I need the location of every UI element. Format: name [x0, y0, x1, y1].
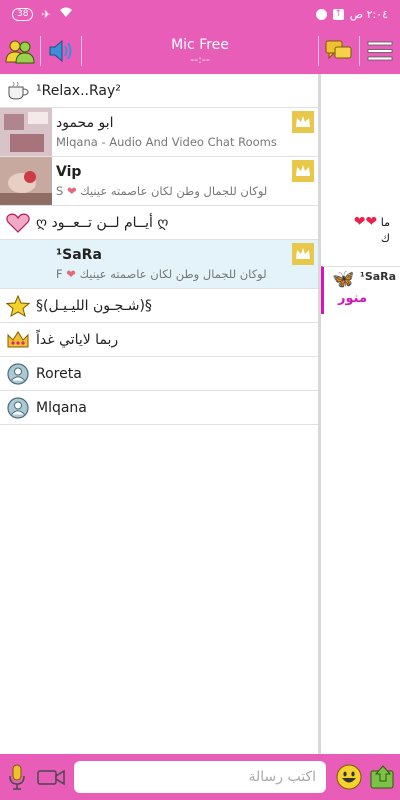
- composer-bar: اكتب رسالة: [0, 754, 400, 800]
- speaker-icon: [49, 39, 72, 63]
- page-title: Mic Free: [171, 37, 229, 53]
- battery-indicator: 38: [12, 7, 34, 21]
- message-input-placeholder: اكتب رسالة: [248, 769, 316, 785]
- member-badge: S: [56, 184, 64, 198]
- room-name: ¹Relax..Ray²: [36, 82, 121, 99]
- room-item[interactable]: ღ أيــام لــن تــعــود ღ: [0, 206, 318, 240]
- message-text: منور: [338, 291, 367, 306]
- room-item[interactable]: Vip S ❤ لوكان للجمال وطن لكان عاصمته عين…: [0, 157, 318, 206]
- room-item-selected[interactable]: ¹SaRa F ❤ لوكان للجمال وطن لكان عاصمته ع…: [0, 240, 318, 289]
- room-item[interactable]: Mlqana: [0, 391, 318, 425]
- crown-badge-icon: [292, 111, 314, 133]
- wifi-icon: [59, 7, 73, 21]
- room-item[interactable]: ابو محمود Mlqana - Audio And Video Chat …: [0, 108, 318, 157]
- heart-icon: ❤: [66, 267, 76, 281]
- menu-button[interactable]: [360, 28, 400, 74]
- room-item[interactable]: §(شـجـون الليـيـل)§: [0, 289, 318, 323]
- page-subtitle: --:--: [190, 53, 210, 66]
- messages-button[interactable]: [319, 28, 359, 74]
- star-icon: [6, 294, 30, 318]
- room-subtitle: Mlqana - Audio And Video Chat Rooms: [56, 135, 277, 149]
- crown-badge-icon: [292, 243, 314, 265]
- room-subtitle: F ❤ لوكان للجمال وطن لكان عاصمته عينيك: [56, 267, 267, 281]
- crown-badge-icon: [292, 160, 314, 182]
- room-thumbnail: [0, 108, 52, 156]
- member-badge: F: [56, 267, 63, 281]
- video-camera-icon: [37, 769, 65, 786]
- emoji-icon: [336, 764, 362, 790]
- room-item[interactable]: Roreta: [0, 357, 318, 391]
- send-button[interactable]: [366, 754, 400, 800]
- room-name: ابو محمود: [56, 115, 114, 131]
- room-list: ¹Relax..Ray² ابو محمود Mlqana - Audio An…: [0, 74, 318, 754]
- user-icon: [6, 396, 30, 420]
- chat-panel: ❤❤ ما ك 🦋 ¹SaRa منور: [321, 74, 400, 754]
- room-item[interactable]: ربما لاياتي غداً: [0, 323, 318, 357]
- notification-icon: [315, 8, 327, 20]
- butterfly-icon: 🦋: [332, 269, 355, 290]
- room-name: ¹SaRa: [56, 247, 102, 263]
- chat-bubbles-icon: [325, 40, 352, 60]
- airplane-mode-icon: ✈: [41, 7, 51, 21]
- microphone-icon: [9, 764, 25, 790]
- speaker-button[interactable]: [41, 28, 81, 74]
- message-author: ¹SaRa: [360, 270, 397, 283]
- room-item[interactable]: ¹Relax..Ray²: [0, 74, 318, 108]
- send-icon: [370, 765, 394, 789]
- emoji-button[interactable]: [332, 754, 366, 800]
- upload-notification-icon: ↑: [332, 8, 344, 20]
- menu-icon: [367, 41, 393, 61]
- status-bar: 38 ✈ ↑ ٢:٠٤ ص: [0, 0, 400, 28]
- room-name: §(شـجـون الليـيـل)§: [36, 297, 152, 314]
- coffee-cup-icon: [6, 79, 30, 103]
- clock: ٢:٠٤ ص: [349, 7, 388, 21]
- users-icon: [5, 40, 35, 64]
- user-icon: [6, 362, 30, 386]
- crown-icon: [6, 328, 30, 352]
- message-input[interactable]: اكتب رسالة: [74, 761, 326, 793]
- room-name: ربما لاياتي غداً: [36, 331, 119, 348]
- room-name: Mlqana: [36, 399, 87, 416]
- chat-message: 🦋 ¹SaRa منور: [321, 266, 400, 314]
- microphone-button[interactable]: [0, 754, 34, 800]
- room-thumbnail: [0, 157, 52, 205]
- room-name: Vip: [56, 164, 82, 180]
- app-header: Mic Free --:--: [0, 28, 400, 74]
- users-button[interactable]: [0, 28, 40, 74]
- chat-message: ❤❤ ما ك: [353, 214, 390, 245]
- hearts-icon: ❤❤: [353, 214, 378, 230]
- room-subtitle: S ❤ لوكان للجمال وطن لكان عاصمته عينيك: [56, 184, 268, 198]
- room-name: Roreta: [36, 365, 82, 382]
- heart-icon: [6, 211, 30, 235]
- video-camera-button[interactable]: [34, 754, 68, 800]
- heart-icon: ❤: [66, 184, 77, 198]
- header-title-block: Mic Free --:--: [82, 36, 318, 66]
- room-name: ღ أيــام لــن تــعــود ღ: [36, 214, 169, 231]
